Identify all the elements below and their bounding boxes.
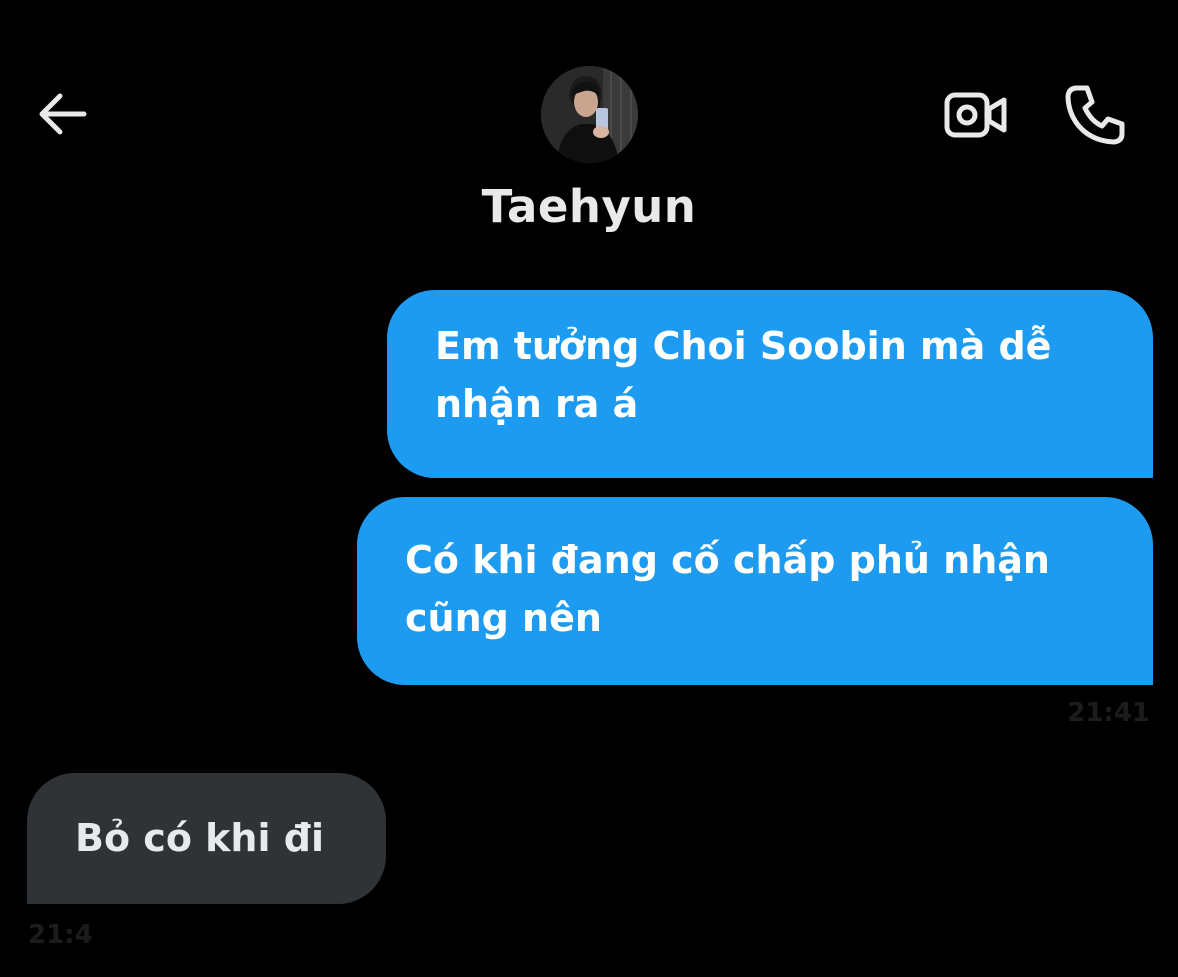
video-camera-icon — [944, 92, 1007, 138]
message-bubble-sent[interactable]: Có khi đang cố chấp phủ nhận cũng nên — [357, 497, 1153, 685]
voice-call-button[interactable] — [1060, 80, 1130, 150]
message-timestamp: 21:41 — [1067, 698, 1150, 728]
back-button[interactable] — [30, 84, 94, 144]
message-timestamp: 21:4 — [28, 920, 93, 950]
phone-icon — [1065, 85, 1125, 145]
avatar[interactable] — [541, 66, 638, 163]
message-bubble-received[interactable]: Bỏ có khi đi — [27, 773, 386, 904]
profile-photo — [541, 66, 638, 163]
contact-name[interactable]: Taehyun — [0, 180, 1178, 233]
message-bubble-sent[interactable]: Em tưởng Choi Soobin mà dễ nhận ra á — [387, 290, 1153, 478]
video-call-button[interactable] — [940, 84, 1012, 146]
dm-conversation-screen: Taehyun Em tưởng Choi Soobin mà dễ nhận … — [0, 0, 1178, 977]
back-arrow-icon — [39, 93, 87, 135]
